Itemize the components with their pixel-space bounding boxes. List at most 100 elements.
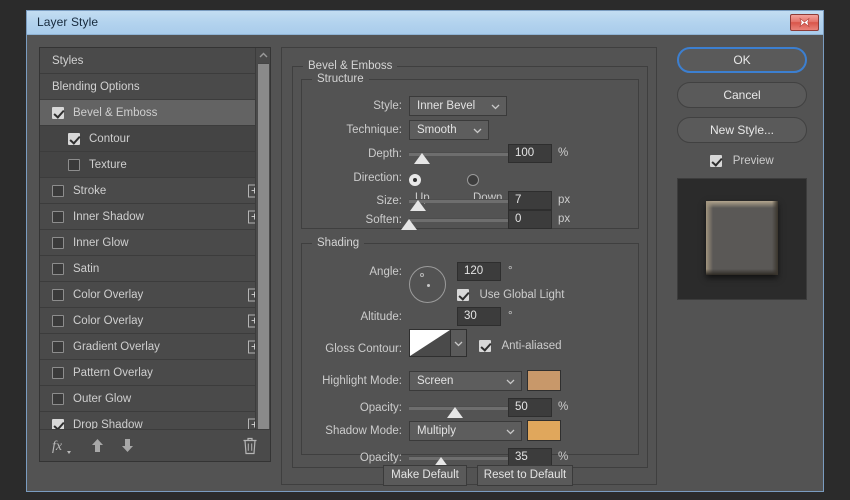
style-list-item-label: Color Overlay <box>73 315 143 327</box>
style-list-item-label: Color Overlay <box>73 289 143 301</box>
highlight-mode-value: Screen <box>417 375 453 387</box>
chevron-down-icon <box>506 429 515 435</box>
new-style-button[interactable]: New Style... <box>677 117 807 143</box>
delete-icon[interactable] <box>242 437 258 460</box>
action-panel: OK Cancel New Style... Preview <box>677 47 812 300</box>
depth-slider-track[interactable] <box>409 152 517 156</box>
bevel-shadow-right <box>772 201 778 275</box>
technique-select[interactable]: Smooth <box>409 120 489 140</box>
gloss-contour-label: Gloss Contour: <box>302 339 402 359</box>
make-default-button[interactable]: Make Default <box>383 465 467 486</box>
soften-slider-thumb[interactable] <box>401 219 417 230</box>
style-list-item[interactable]: Inner Glow <box>40 230 270 256</box>
chevron-down-icon <box>473 128 482 134</box>
style-list-item[interactable]: Color Overlay+ <box>40 308 270 334</box>
shadow-color-swatch[interactable] <box>527 420 561 441</box>
style-enable-checkbox[interactable] <box>52 393 64 405</box>
options-panel: Bevel & Emboss Structure Style: Inner Be… <box>281 47 657 485</box>
style-list-item[interactable]: Gradient Overlay+ <box>40 334 270 360</box>
radio-down-glyph <box>467 174 479 186</box>
highlight-mode-label: Highlight Mode: <box>302 371 402 391</box>
highlight-opacity-input[interactable]: 50 <box>508 398 552 417</box>
style-enable-checkbox[interactable] <box>52 419 64 430</box>
preview-checkbox[interactable]: Preview <box>677 152 807 170</box>
fx-icon[interactable]: fx <box>52 437 72 460</box>
style-list-item[interactable]: Pattern Overlay <box>40 360 270 386</box>
highlight-color-swatch[interactable] <box>527 370 561 391</box>
style-list-item[interactable]: Color Overlay+ <box>40 282 270 308</box>
style-enable-checkbox[interactable] <box>52 185 64 197</box>
style-enable-checkbox[interactable] <box>52 341 64 353</box>
chevron-down-icon <box>491 104 500 110</box>
checkbox-glyph <box>710 155 722 167</box>
cancel-button[interactable]: Cancel <box>677 82 807 108</box>
style-list-item-label: Pattern Overlay <box>73 367 153 379</box>
styles-scrollbar[interactable] <box>255 48 270 461</box>
move-down-icon[interactable] <box>120 438 135 458</box>
style-list-item[interactable]: Inner Shadow+ <box>40 204 270 230</box>
style-select[interactable]: Inner Bevel <box>409 96 507 116</box>
style-list-item-label: Blending Options <box>52 81 140 93</box>
style-enable-checkbox[interactable] <box>68 159 80 171</box>
style-list-item[interactable]: Satin <box>40 256 270 282</box>
scroll-up-icon[interactable] <box>256 48 271 62</box>
style-list-item-label: Stroke <box>73 185 106 197</box>
ok-button[interactable]: OK <box>677 47 807 73</box>
style-list-item[interactable]: Stroke+ <box>40 178 270 204</box>
gloss-contour-preview[interactable] <box>409 329 451 357</box>
shading-group: Shading Angle: 120 ° Use Global Light Al… <box>301 243 639 455</box>
highlight-opacity-track[interactable] <box>409 406 517 410</box>
structure-group: Structure Style: Inner Bevel Technique: … <box>301 79 639 229</box>
style-enable-checkbox[interactable] <box>52 289 64 301</box>
style-enable-checkbox[interactable] <box>52 107 64 119</box>
style-enable-checkbox[interactable] <box>52 263 64 275</box>
highlight-mode-select[interactable]: Screen <box>409 371 522 391</box>
size-slider-thumb[interactable] <box>410 200 426 211</box>
style-list-item-label: Bevel & Emboss <box>73 107 157 119</box>
reset-to-default-button[interactable]: Reset to Default <box>477 465 573 486</box>
style-list-item[interactable]: Drop Shadow+ <box>40 412 270 429</box>
bevel-emboss-group: Bevel & Emboss Structure Style: Inner Be… <box>292 66 648 468</box>
close-icon[interactable] <box>790 14 819 31</box>
gloss-contour-dropdown[interactable] <box>451 329 467 357</box>
soften-slider-track[interactable] <box>409 218 517 222</box>
scroll-thumb[interactable] <box>258 64 269 430</box>
move-up-icon[interactable] <box>90 438 105 458</box>
arrow-down-glyph <box>120 438 135 453</box>
highlight-opacity-unit: % <box>558 398 568 417</box>
style-enable-checkbox[interactable] <box>52 367 64 379</box>
style-list-item[interactable]: Outer Glow <box>40 386 270 412</box>
close-x-glyph <box>798 17 811 28</box>
altitude-label: Altitude: <box>302 307 402 327</box>
depth-slider-thumb[interactable] <box>414 153 430 164</box>
size-input[interactable]: 7 <box>508 191 552 210</box>
style-list-item[interactable]: Styles <box>40 48 270 74</box>
use-global-light-checkbox[interactable]: Use Global Light <box>457 286 564 304</box>
style-enable-checkbox[interactable] <box>52 237 64 249</box>
style-enable-checkbox[interactable] <box>68 133 80 145</box>
checkbox-glyph <box>457 289 469 301</box>
style-enable-checkbox[interactable] <box>52 211 64 223</box>
highlight-opacity-thumb[interactable] <box>447 407 463 418</box>
altitude-input[interactable]: 30 <box>457 307 501 326</box>
styles-toolbar: fx <box>40 429 270 461</box>
style-list-item-label: Outer Glow <box>73 393 131 405</box>
title-bar[interactable]: Layer Style <box>27 11 823 35</box>
size-slider-track[interactable] <box>409 199 517 203</box>
styles-list[interactable]: Styles Blending Options Bevel & Emboss Cont… <box>40 48 270 429</box>
style-list-item[interactable]: Bevel & Emboss <box>40 100 270 126</box>
shadow-mode-select[interactable]: Multiply <box>409 421 522 441</box>
style-list-item[interactable]: Contour <box>40 126 270 152</box>
soften-input[interactable]: 0 <box>508 210 552 229</box>
highlight-opacity-label: Opacity: <box>302 398 402 418</box>
angle-input[interactable]: 120 <box>457 262 501 281</box>
soften-label: Soften: <box>302 210 402 230</box>
angle-dial[interactable] <box>409 266 446 303</box>
style-list-item[interactable]: Texture <box>40 152 270 178</box>
style-list-item[interactable]: Blending Options <box>40 74 270 100</box>
dialog-body: Styles Blending Options Bevel & Emboss Cont… <box>27 35 823 491</box>
depth-input[interactable]: 100 <box>508 144 552 163</box>
style-enable-checkbox[interactable] <box>52 315 64 327</box>
shadow-opacity-track[interactable] <box>409 456 517 460</box>
anti-aliased-checkbox[interactable]: Anti-aliased <box>479 337 562 355</box>
